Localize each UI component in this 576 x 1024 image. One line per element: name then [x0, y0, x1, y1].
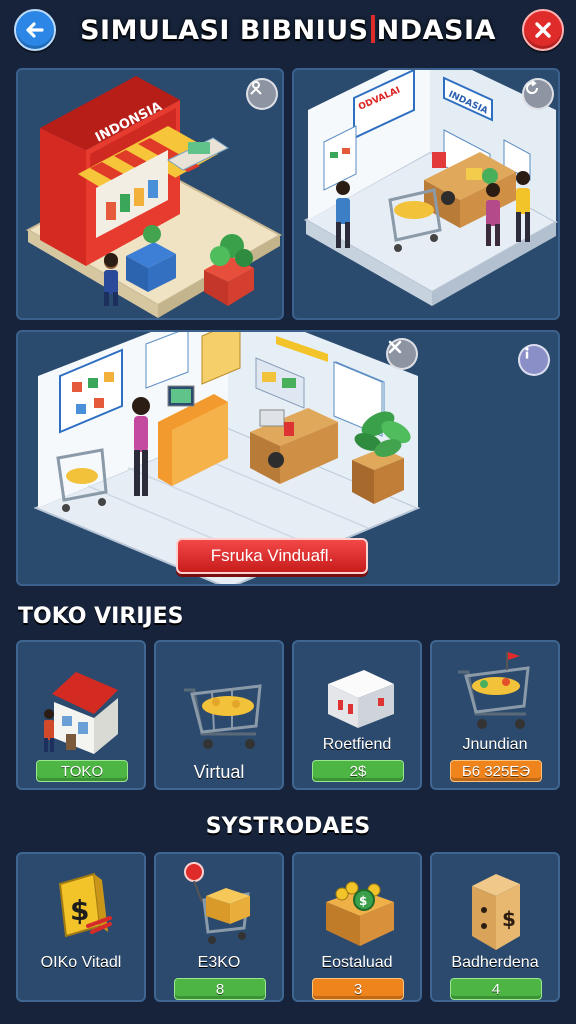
store-card-roetfiend[interactable]: Roetfiend 2$	[292, 640, 422, 790]
system-badge-badherdena: 4	[450, 978, 542, 1000]
page-title: SIMULASI BIBNIUS NDASIA	[80, 14, 496, 46]
person-location-icon	[250, 81, 262, 95]
start-virtual-button[interactable]: Fsruka Vinduafl.	[176, 538, 368, 574]
store-label-roetfiend: Roetfiend	[322, 736, 392, 753]
system-label-oiko: OIKo Vitadl	[40, 954, 122, 971]
system-card-eostaluad[interactable]: $ Eostaluad 3	[292, 852, 422, 1002]
svg-text:$: $	[359, 894, 367, 908]
store-card-virtual[interactable]: Virtual	[154, 640, 284, 790]
system-label-eostaluad: Eostaluad	[321, 954, 393, 971]
store-front-illustration: INDONSIA	[25, 76, 282, 318]
store-label-virtual: Virtual	[193, 762, 245, 782]
svg-text:$: $	[70, 894, 89, 927]
system-badge-e3ko: 8	[174, 978, 266, 1000]
system-card-oiko[interactable]: $ OIKo Vitadl	[16, 852, 146, 1002]
refresh-button[interactable]	[522, 78, 554, 110]
back-button[interactable]	[14, 9, 56, 51]
system-card-badherdena[interactable]: $ Badherdena 4	[430, 852, 560, 1002]
store-card-toko[interactable]: TOKO	[16, 640, 146, 790]
scene-store-interior[interactable]: ODVALAI INDASIA	[292, 68, 560, 320]
store-card-jnundian[interactable]: Jnundian Б6 325ЕЭ	[430, 640, 560, 790]
refresh-icon	[526, 80, 539, 95]
info-icon	[525, 347, 529, 359]
system-label-e3ko: E3KO	[197, 954, 241, 971]
scene-store-front[interactable]: INDONSIA	[16, 68, 284, 320]
title-divider	[370, 14, 375, 43]
store-interior-illustration: ODVALAI INDASIA	[303, 70, 558, 306]
top-bar: SIMULASI BIBNIUS NDASIA	[0, 0, 576, 60]
svg-text:$: $	[502, 907, 516, 931]
info-button[interactable]	[518, 344, 550, 376]
system-card-e3ko[interactable]: E3KO 8	[154, 852, 284, 1002]
system-label-badherdena: Badherdena	[451, 954, 539, 971]
store-label-jnundian: Jnundian	[462, 736, 528, 753]
person-location-button[interactable]	[246, 78, 278, 110]
arrow-left-icon	[26, 22, 44, 38]
system-badge-eostaluad: 3	[312, 978, 404, 1000]
title-part-a: SIMULASI BIBNIUS	[80, 14, 369, 46]
close-icon	[535, 22, 551, 38]
money-tag-icon: $	[58, 872, 112, 938]
store-badge-toko: TOKO	[36, 760, 128, 782]
close-button[interactable]	[522, 9, 564, 51]
section-title-systems: SYSTRODAES	[205, 814, 371, 839]
store-badge-jnundian: Б6 325ЕЭ	[450, 760, 542, 782]
section-title-stores: TOKO VIRIJES	[18, 604, 184, 629]
store-badge-roetfiend: 2$	[312, 760, 404, 782]
scene-close-button[interactable]	[386, 338, 418, 370]
title-part-b: NDASIA	[376, 14, 496, 46]
close-icon	[388, 340, 402, 354]
